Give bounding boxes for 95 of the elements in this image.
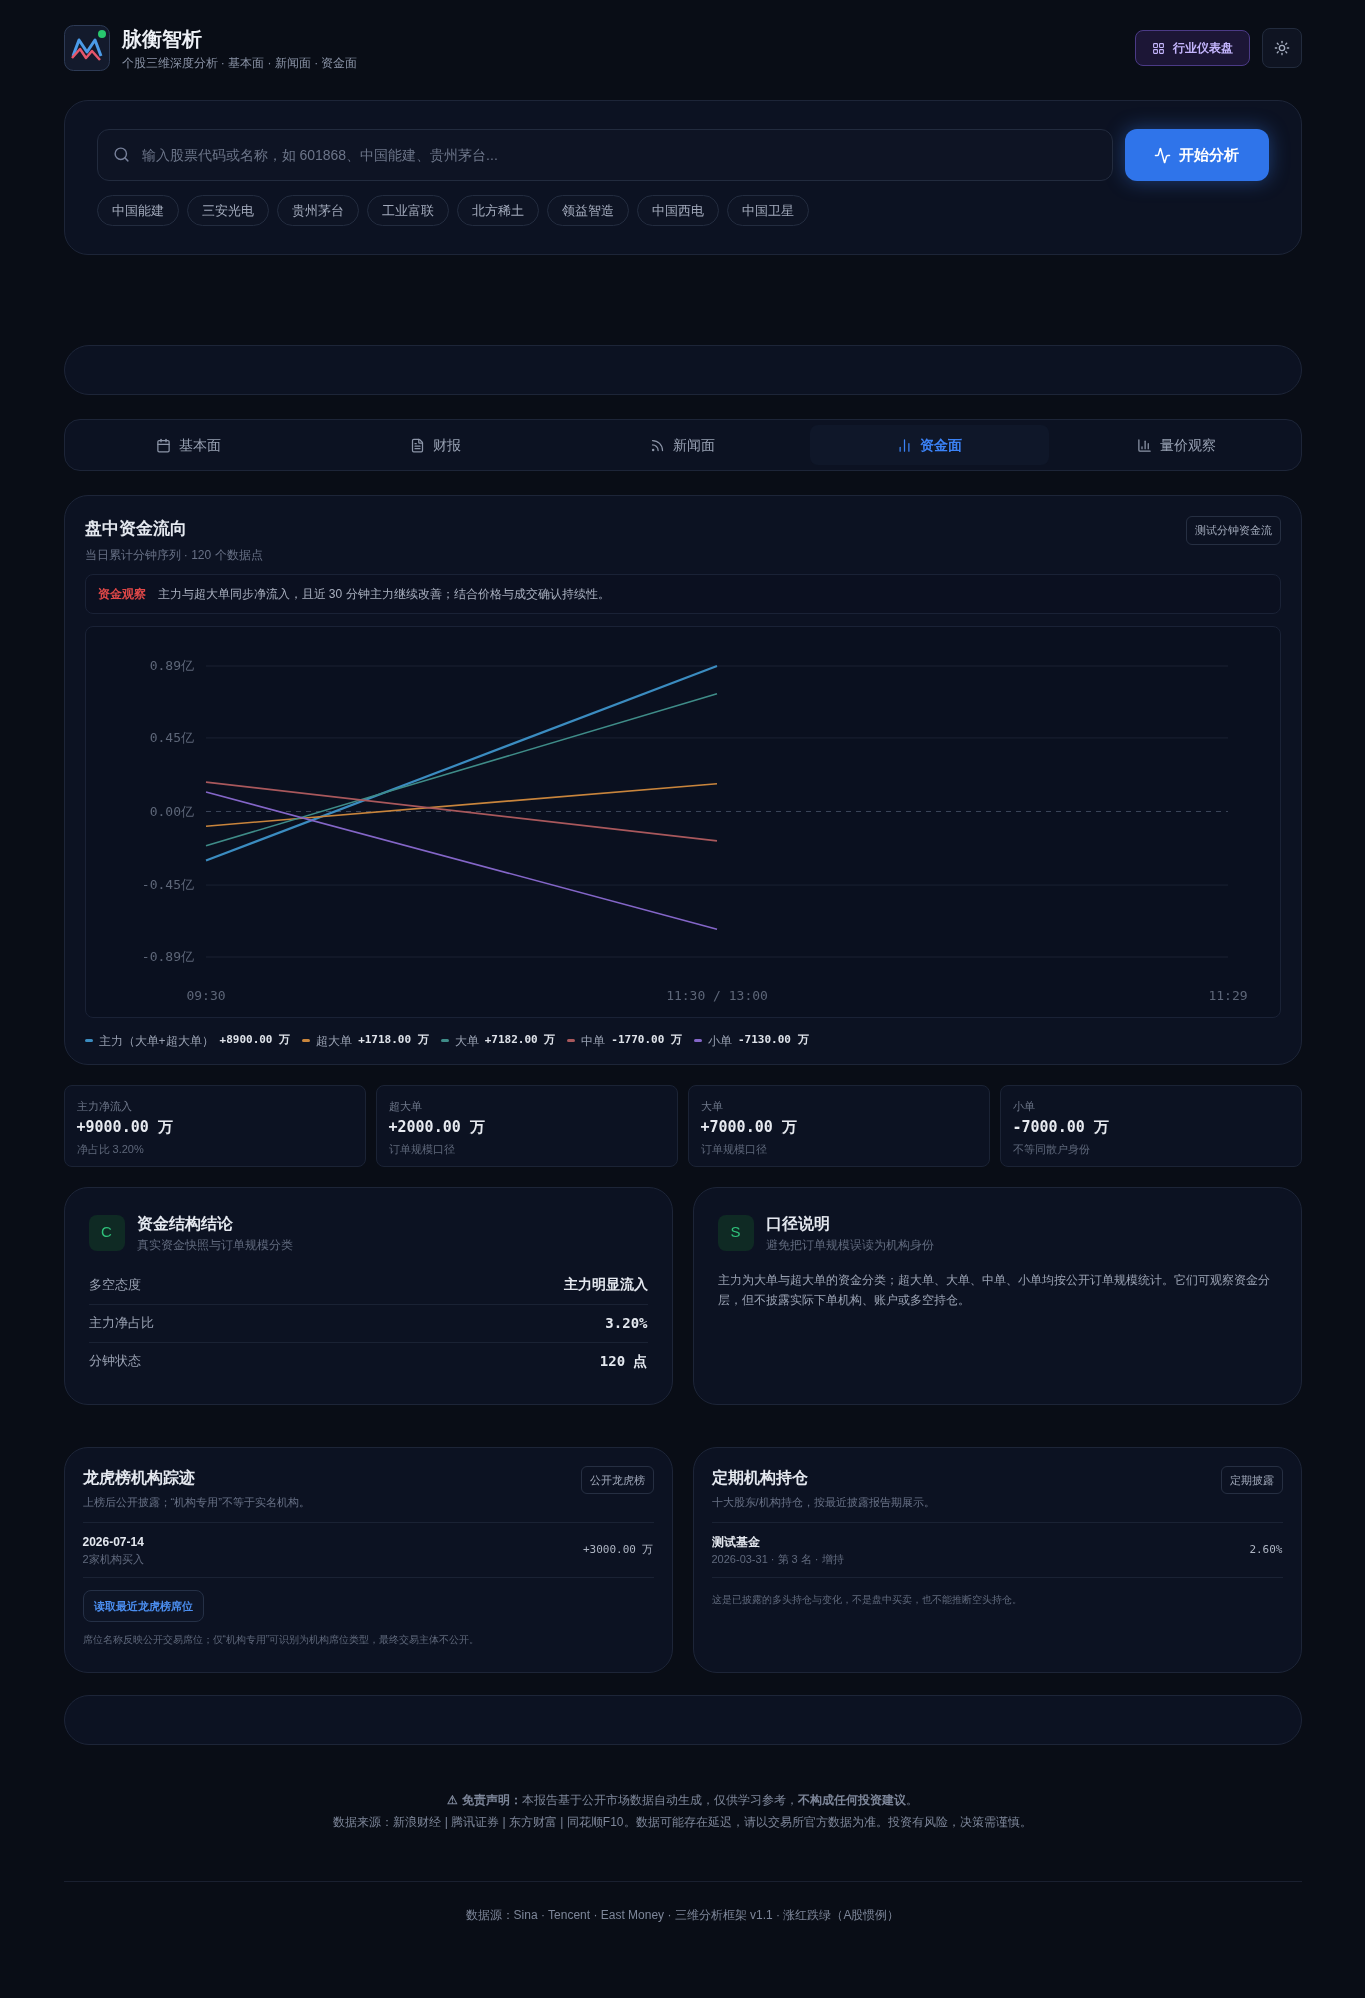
stat-value: +2000.00 万 (388, 1117, 486, 1138)
pulse-icon (1154, 146, 1171, 164)
logo-icon (63, 25, 110, 71)
row-value: 120 点 (599, 1351, 648, 1371)
stat-value: +7000.00 万 (700, 1117, 798, 1138)
x-tick-label: 09:30 (185, 987, 226, 1003)
stock-chip[interactable]: 北方稀土 (456, 195, 539, 226)
legend-label: 小单 (707, 1032, 732, 1050)
theme-toggle-button[interactable] (1261, 28, 1302, 68)
grid-icon (1151, 41, 1165, 55)
row-value: 主力明显流入 (563, 1275, 648, 1294)
stock-chip[interactable]: 领益智造 (546, 195, 629, 226)
footnote: 席位名称反映公开交易席位；仅“机构专用”可识别为机构席位类型，最终交易主体不公开。 (82, 1633, 481, 1647)
x-tick-label: 11:30 / 13:00 (665, 987, 768, 1003)
card-subtitle: 真实资金快照与订单规模分类 (136, 1236, 293, 1254)
record-date: 2026-07-14 (82, 1533, 144, 1551)
y-tick-label: 0.89亿 (149, 657, 194, 673)
source-tag: 定期披露 (1220, 1465, 1283, 1494)
legend-value: +1718.00 万 (358, 1032, 429, 1049)
stock-chip[interactable]: 三安光电 (186, 195, 269, 226)
holder-name: 测试基金 (711, 1533, 761, 1551)
card-title: 口径说明 (765, 1213, 831, 1234)
card-subtitle: 上榜后公开披露；“机构专用”不等于实名机构。 (82, 1494, 310, 1510)
stock-chip[interactable]: 中国西电 (636, 195, 719, 226)
row-label: 分钟状态 (88, 1352, 141, 1371)
card-title: 盘中资金流向 (84, 518, 188, 540)
legend-label: 大单 (454, 1032, 479, 1050)
y-tick-label: 0.45亿 (149, 729, 194, 745)
legend-value: +7182.00 万 (484, 1032, 556, 1049)
data-sources-text: 数据来源：新浪财经 | 腾讯证券 | 东方财富 | 同花顺F10。数据可能存在延迟，请以交易所官方数据为准。投资有风险，决策需谨慎。 (332, 1813, 1033, 1831)
legend-label: 主力（大单+超大单） (98, 1032, 214, 1050)
row-label: 主力净占比 (88, 1314, 154, 1333)
search-icon (112, 146, 130, 163)
row-value: 3.20% (605, 1313, 648, 1333)
stat-note: 订单规模口径 (700, 1141, 768, 1157)
chart-icon (1136, 437, 1152, 453)
legend-value: -1770.00 万 (611, 1032, 682, 1049)
analyze-button[interactable]: 开始分析 (1124, 129, 1269, 181)
holder-note: 2026-03-31 · 第 3 名 · 增持 (711, 1551, 844, 1567)
card-subtitle: 当日累计分钟序列 · 120 个数据点 (84, 546, 263, 564)
document-icon (410, 437, 426, 453)
footer-text: 数据源：Sina · Tencent · East Money · 三维分析框架 v1.1 · 涨红跌绿（A股惯例） (465, 1907, 900, 1922)
calendar-icon (156, 437, 172, 453)
legend-value: +8900.00 万 (219, 1032, 291, 1049)
app-title: 脉衡智析 (121, 27, 203, 52)
record-note: 2家机构买入 (82, 1551, 144, 1567)
load-seats-button[interactable]: 读取最近龙虎榜席位 (82, 1590, 204, 1622)
app-subtitle: 个股三维深度分析 · 基本面 · 新闻面 · 资金面 (121, 55, 358, 72)
y-tick-label: -0.89亿 (141, 948, 194, 964)
stat-note: 不等同散户身份 (1012, 1141, 1091, 1157)
y-tick-label: -0.45亿 (141, 876, 194, 892)
footnote: 这是已披露的多头持仓与变化，不是盘中买卖，也不能推断空头持仓。 (711, 1593, 1023, 1607)
stat-note: 净占比 3.20% (76, 1141, 145, 1157)
tab[interactable]: 量价观察 (1056, 425, 1296, 465)
card-title: 资金结构结论 (136, 1213, 234, 1234)
insight-label: 资金观察 (97, 585, 146, 603)
card-subtitle: 十大股东/机构持仓，按最近披露报告期展示。 (711, 1494, 935, 1510)
stat-label: 小单 (1012, 1098, 1036, 1114)
stock-chip[interactable]: 贵州茅台 (276, 195, 359, 226)
tab[interactable]: 资金面 (809, 425, 1049, 465)
rss-icon (650, 437, 665, 453)
legend-label: 超大单 (316, 1032, 353, 1050)
stock-chip[interactable]: 工业富联 (366, 195, 449, 226)
stock-chip[interactable]: 中国卫星 (726, 195, 809, 226)
stock-chip[interactable]: 中国能建 (96, 195, 179, 226)
source-tag: 公开龙虎榜 (580, 1465, 654, 1494)
tab[interactable]: 新闻面 (563, 425, 802, 465)
section-icon: S (717, 1214, 754, 1251)
search-field[interactable]: 输入股票代码或名称，如 601868、中国能建、贵州茅台... (96, 129, 1113, 181)
holding-ratio: 2.60% (1249, 1541, 1283, 1558)
record-value: +3000.00 万 (582, 1541, 654, 1558)
tab[interactable]: 基本面 (69, 425, 309, 465)
stat-label: 大单 (700, 1098, 724, 1114)
x-tick-label: 11:29 (1207, 987, 1248, 1003)
card-title: 龙虎榜机构踪迹 (82, 1467, 196, 1488)
card-subtitle: 避免把订单规模误读为机构身份 (765, 1236, 934, 1254)
row-label: 多空态度 (88, 1275, 141, 1294)
insight-text: 主力与超大单同步净流入，且近 30 分钟主力继续改善；结合价格与成交确认持续性。 (157, 585, 610, 603)
stat-value: +9000.00 万 (76, 1117, 174, 1138)
section-icon: C (88, 1214, 125, 1251)
source-tag: 测试分钟资金流 (1185, 516, 1281, 545)
bar-chart-icon (896, 437, 912, 453)
stat-note: 订单规模口径 (388, 1141, 456, 1157)
dashboard-button[interactable]: 行业仪表盘 (1134, 30, 1250, 66)
stat-value: -7000.00 万 (1012, 1117, 1110, 1138)
stat-label: 超大单 (388, 1098, 423, 1114)
disclaimer-text: ⚠ 免责声明：本报告基于公开市场数据自动生成，仅供学习参考，不构成任何投资建议。 (446, 1791, 919, 1809)
card-title: 定期机构持仓 (711, 1467, 809, 1488)
sun-icon (1273, 40, 1290, 56)
legend-value: -7130.00 万 (737, 1032, 809, 1049)
y-tick-label: 0.00亿 (149, 803, 194, 818)
explanation-text: 主力为大单与超大单的资金分类；超大单、大单、中单、小单均按公开订单规模统计。它们可观察资金分层，但不披露实际下单机构、账户或多空持仓。 (717, 1271, 1271, 1309)
tab[interactable]: 财报 (316, 425, 556, 465)
legend-label: 中单 (581, 1032, 606, 1050)
stat-label: 主力净流入 (76, 1098, 133, 1114)
